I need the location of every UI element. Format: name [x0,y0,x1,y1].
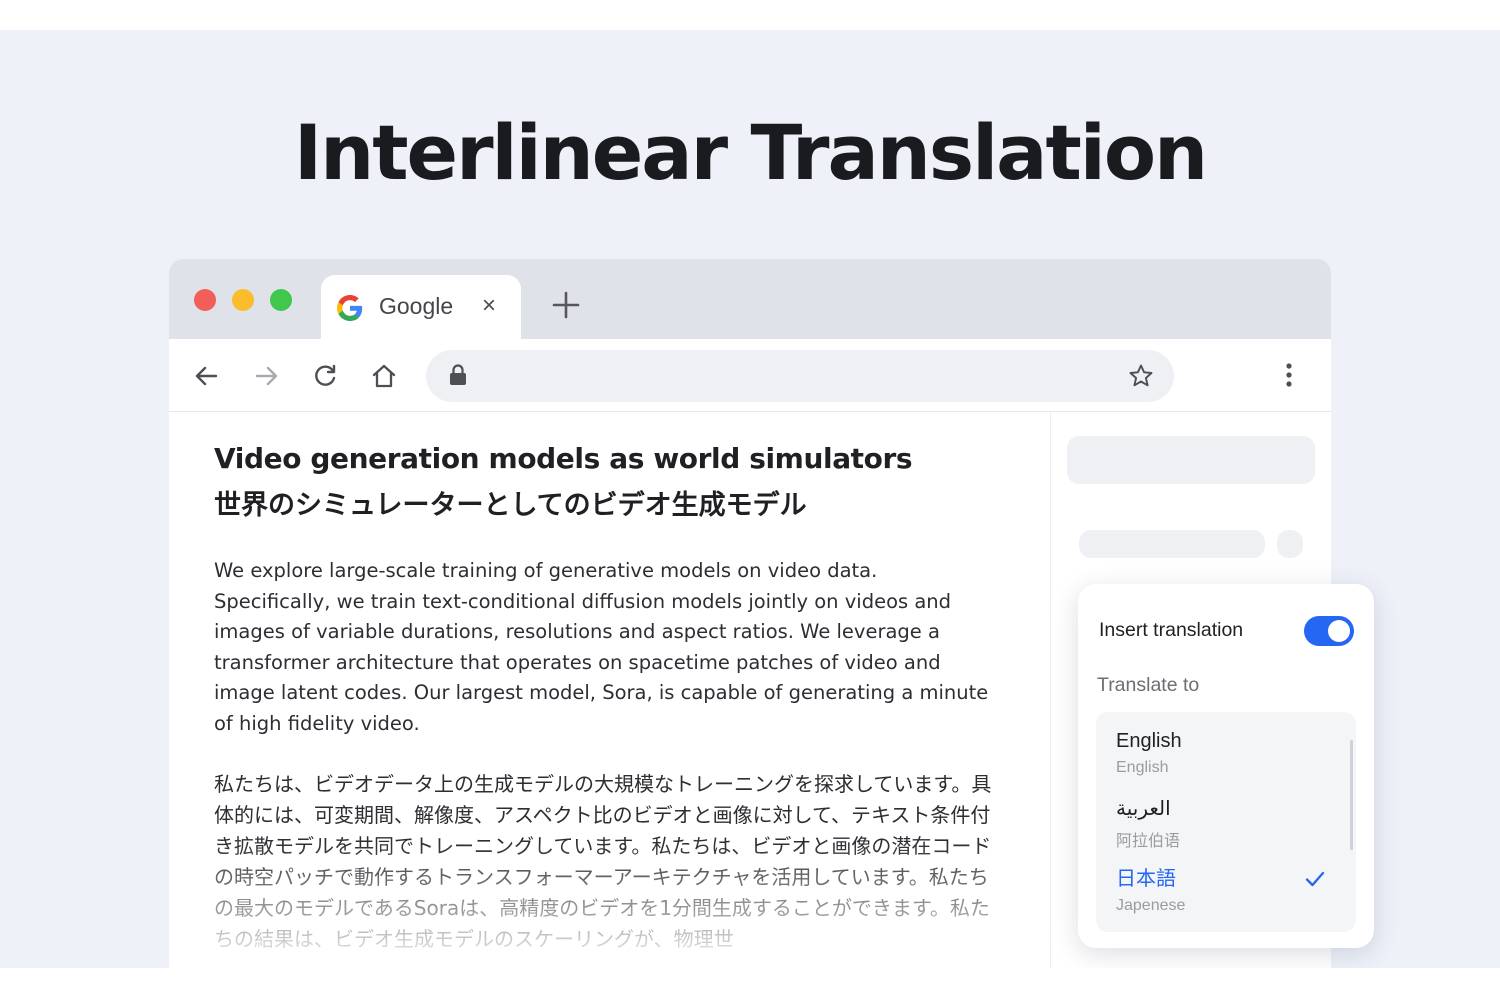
address-bar[interactable] [426,350,1174,402]
translation-popup: Insert translation Translate to English … [1078,584,1374,948]
home-icon[interactable] [371,363,397,389]
forward-arrow-icon[interactable] [253,363,279,389]
page-headline: Interlinear Translation [293,108,1208,197]
back-arrow-icon[interactable] [194,363,220,389]
article: Video generation models as world simulat… [214,442,1014,955]
language-native-name: English [1116,730,1182,752]
reload-icon[interactable] [312,363,338,389]
skeleton-block [1067,436,1315,484]
promo-canvas: Interlinear Translation Google × Video g… [0,30,1500,968]
google-g-icon [337,295,363,321]
tab-title: Google [379,293,454,319]
language-sub-name: 阿拉伯语 [1116,833,1181,850]
article-title-japanese: 世界のシミュレーターとしてのビデオ生成モデル [214,490,807,521]
language-option-english[interactable]: English English [1116,730,1316,777]
skeleton-block [1277,530,1303,558]
language-list-scrollbar[interactable] [1350,740,1353,850]
insert-translation-toggle[interactable] [1304,616,1354,646]
skeleton-block [1079,530,1265,558]
tab-close-icon[interactable]: × [477,292,501,320]
language-sub-name: Japenese [1116,897,1186,914]
insert-translation-label: Insert translation [1099,619,1244,641]
language-option-japanese[interactable]: 日本語 Japenese [1116,862,1316,915]
lock-icon [450,364,466,385]
article-paragraph-english: We explore large-scale training of gener… [214,559,989,735]
language-list: English English العربية 阿拉伯语 日本語 Japenes… [1096,712,1356,932]
toggle-knob [1328,620,1350,642]
browser-toolbar [169,339,1331,412]
kebab-menu-icon[interactable] [1277,361,1301,389]
maximize-window-button[interactable] [270,289,292,311]
language-native-name: العربية [1116,798,1171,820]
new-tab-plus-icon[interactable] [551,290,581,320]
language-option-arabic[interactable]: العربية 阿拉伯语 [1116,796,1316,851]
translate-to-label: Translate to [1097,674,1200,696]
tab-google[interactable]: Google × [321,275,521,339]
bookmark-star-icon[interactable] [1128,363,1154,389]
language-sub-name: English [1116,759,1169,776]
language-native-name: 日本語 [1116,868,1176,890]
article-paragraph-japanese: 私たちは、ビデオデータ上の生成モデルの大規模なトレーニングを探求しています。具体… [214,772,992,951]
article-title-english: Video generation models as world simulat… [214,442,913,475]
tab-strip: Google × [169,259,1331,339]
minimize-window-button[interactable] [232,289,254,311]
checkmark-icon [1305,871,1325,887]
close-window-button[interactable] [194,289,216,311]
